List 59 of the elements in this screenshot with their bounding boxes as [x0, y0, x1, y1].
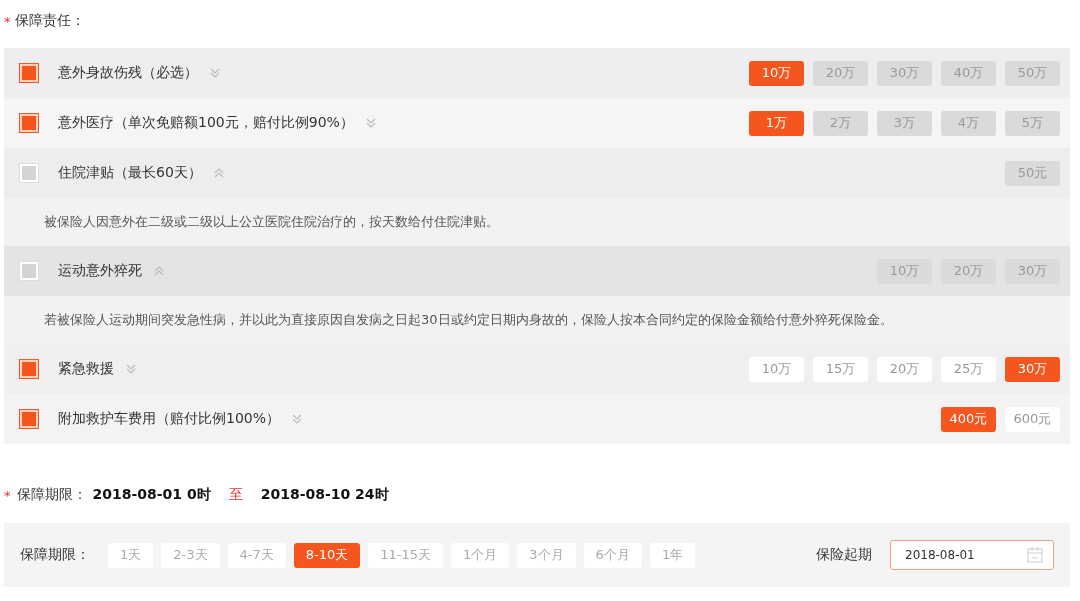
- required-mark: *: [4, 487, 11, 503]
- coverage-description: 若被保险人运动期间突发急性病，并以此为直接原因自发病之日起30日或约定日期内身故的，保险人按本合同约定的保险金额给付意外猝死保险金。: [44, 311, 893, 329]
- amount-option[interactable]: 40万: [941, 60, 996, 86]
- chevron-down-icon[interactable]: [365, 117, 376, 129]
- duration-option[interactable]: 1年: [649, 542, 696, 568]
- duration-option[interactable]: 4-7天: [227, 542, 286, 568]
- period-end: 2018-08-10 24时: [260, 486, 389, 504]
- amount-option[interactable]: 50万: [1005, 60, 1060, 86]
- required-mark: *: [4, 13, 11, 29]
- coverage-title: 意外医疗（单次免赔额100元，赔付比例90%）: [58, 114, 354, 132]
- chevron-down-icon[interactable]: [292, 413, 303, 425]
- amount-option[interactable]: 400元: [941, 406, 996, 432]
- amount-option[interactable]: 20万: [941, 258, 996, 284]
- duration-option[interactable]: 11-15天: [368, 542, 444, 568]
- amount-option[interactable]: 20万: [877, 356, 932, 382]
- chevron-down-icon[interactable]: [126, 363, 136, 375]
- checkbox[interactable]: [20, 64, 38, 82]
- amount-option[interactable]: 15万: [813, 356, 868, 382]
- period-start: 2018-08-01 0时: [92, 486, 211, 504]
- amount-option[interactable]: 25万: [941, 356, 996, 382]
- duration-option[interactable]: 1个月: [451, 542, 510, 568]
- amount-option[interactable]: 30万: [877, 60, 932, 86]
- period-label: 保障期限：: [16, 486, 87, 504]
- amount-option[interactable]: 30万: [1005, 258, 1060, 284]
- amount-option[interactable]: 2万: [813, 110, 868, 136]
- start-date-label: 保险起期: [816, 546, 872, 564]
- checkbox[interactable]: [20, 410, 38, 428]
- duration-option[interactable]: 8-10天: [293, 542, 361, 568]
- amount-option[interactable]: 600元: [1005, 406, 1060, 432]
- amount-option[interactable]: 10万: [749, 60, 804, 86]
- coverage-title: 紧急救援: [58, 360, 114, 378]
- checkbox[interactable]: [20, 360, 38, 378]
- start-date-field[interactable]: 2018-08-01: [890, 540, 1054, 570]
- section-label: 保障责任：: [14, 12, 85, 30]
- duration-label: 保障期限：: [20, 546, 90, 564]
- coverage-title: 住院津贴（最长60天）: [58, 164, 202, 182]
- duration-option[interactable]: 1天: [108, 542, 154, 568]
- amount-option[interactable]: 10万: [749, 356, 804, 382]
- duration-option[interactable]: 3个月: [517, 542, 576, 568]
- calendar-icon[interactable]: [1026, 546, 1044, 564]
- amount-option[interactable]: 5万: [1005, 110, 1060, 136]
- checkbox[interactable]: [20, 114, 38, 132]
- amount-option[interactable]: 4万: [941, 110, 996, 136]
- duration-option[interactable]: 6个月: [583, 542, 642, 568]
- chevron-up-icon[interactable]: [154, 265, 164, 277]
- coverage-description: 被保险人因意外在二级或二级以上公立医院住院治疗的，按天数给付住院津贴。: [44, 213, 499, 231]
- chevron-up-icon[interactable]: [213, 167, 224, 179]
- amount-option[interactable]: 50元: [1005, 160, 1060, 186]
- coverage-title: 附加救护车费用（赔付比例100%）: [58, 410, 281, 428]
- period-separator: 至: [228, 486, 243, 504]
- duration-option[interactable]: 2-3天: [161, 542, 220, 568]
- chevron-down-icon[interactable]: [210, 67, 220, 79]
- amount-option[interactable]: 3万: [877, 110, 932, 136]
- coverage-title: 意外身故伤残（必选）: [58, 64, 198, 82]
- amount-option[interactable]: 1万: [749, 110, 804, 136]
- amount-option[interactable]: 10万: [877, 258, 932, 284]
- coverage-title: 运动意外猝死: [58, 262, 142, 280]
- amount-option[interactable]: 30万: [1005, 356, 1060, 382]
- amount-option[interactable]: 20万: [813, 60, 868, 86]
